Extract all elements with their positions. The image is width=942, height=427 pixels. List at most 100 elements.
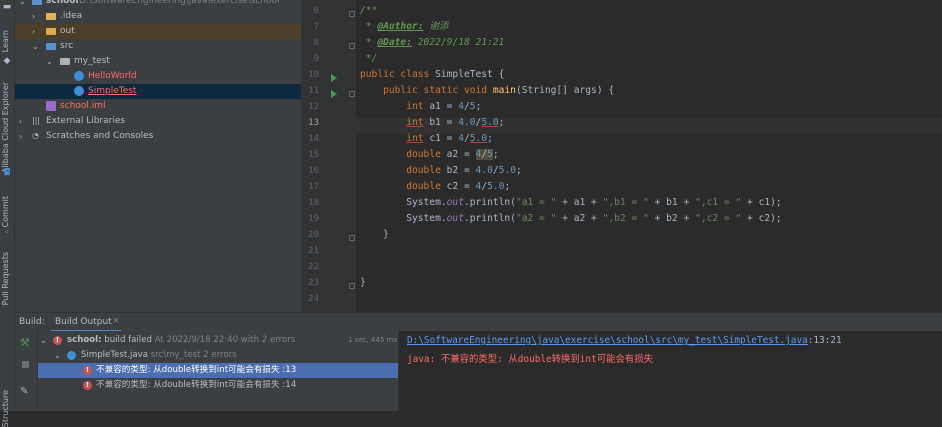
build-root-row[interactable]: ⌄ ! school: build failed At 2022/9/18 22… xyxy=(37,333,398,348)
tab-build-output[interactable]: Build Output × xyxy=(51,313,121,332)
tree-label: .idea xyxy=(60,11,83,21)
tree-label: HelloWorld xyxy=(88,71,137,81)
line-number: 8 xyxy=(313,38,319,48)
fold-icon[interactable] xyxy=(349,43,355,49)
structure-tab[interactable]: Structure xyxy=(1,390,10,427)
code-line-10: public class SimpleTest { xyxy=(360,69,505,80)
line-number: 15 xyxy=(308,150,319,160)
chevron-right-icon[interactable]: › xyxy=(19,129,22,144)
chevron-down-icon[interactable]: ⌄ xyxy=(40,333,47,348)
line-number: 24 xyxy=(308,294,319,304)
line-number: 16 xyxy=(308,166,319,176)
line-number: 6 xyxy=(313,6,319,16)
error-file-link[interactable]: D:\SoftwareEngineering\java\exercise\sch… xyxy=(407,335,808,346)
error-location[interactable]: D:\SoftwareEngineering\java\exercise\sch… xyxy=(407,335,842,346)
tree-item-external-libraries[interactable]: › ||| External Libraries xyxy=(15,114,301,129)
alibaba-cloud-icon[interactable]: ◘ xyxy=(2,168,12,178)
chevron-down-icon[interactable]: ⌄ xyxy=(19,0,26,9)
tree-label: out xyxy=(60,26,75,36)
code-line-17: double c2 = 4/5.0; xyxy=(406,181,511,192)
build-error-text: 不兼容的类型: 从double转换到int可能会有损失 :14 xyxy=(96,380,297,390)
pull-requests-tab[interactable]: Pull Requests xyxy=(1,252,10,305)
build-file-row[interactable]: ⌄ SimpleTest.java src\my_test 2 errors xyxy=(37,348,398,363)
run-class-icon[interactable] xyxy=(331,74,337,82)
run-main-icon[interactable] xyxy=(331,90,337,98)
commit-tab[interactable]: Commit xyxy=(1,196,10,227)
build-error-text: 不兼容的类型: 从double转换到int可能会有损失 :13 xyxy=(96,365,297,375)
close-icon[interactable]: × xyxy=(112,316,120,326)
build-file-path: src\my_test 2 errors xyxy=(148,350,237,360)
chevron-down-icon[interactable]: ⌄ xyxy=(54,348,61,363)
tree-item-school-iml[interactable]: school.iml xyxy=(15,99,301,114)
code-line-6: /** xyxy=(360,3,377,19)
javadoc-tag: @Author: xyxy=(377,21,424,32)
editor-gutter[interactable]: 6 7 8 9 10 11 12 13 14 15 16 17 18 19 20… xyxy=(301,0,356,312)
line-number: 22 xyxy=(308,262,319,272)
method-name: main xyxy=(492,85,516,96)
build-duration: 1 sec, 445 ms xyxy=(348,336,397,344)
chevron-right-icon[interactable]: › xyxy=(32,24,35,39)
tree-label: Scratches and Consoles xyxy=(46,131,154,141)
chevron-down-icon[interactable]: ⌄ xyxy=(46,54,53,69)
tree-item-scratches[interactable]: › ◔ Scratches and Consoles xyxy=(15,129,301,144)
fold-icon[interactable] xyxy=(349,11,355,17)
tree-item-helloworld[interactable]: HelloWorld xyxy=(15,69,301,84)
tree-item-my-test[interactable]: ⌄ my_test xyxy=(15,54,301,69)
java-file-icon xyxy=(67,351,76,360)
code-line-20: } xyxy=(360,229,389,240)
code-line-8: * @Date: 2022/9/18 21:21 xyxy=(360,37,505,48)
javadoc-value: 2022/9/18 21:21 xyxy=(411,37,505,48)
tree-item-out[interactable]: › out xyxy=(15,24,301,39)
iml-file-icon xyxy=(46,101,56,111)
module-folder-icon xyxy=(32,0,42,5)
root-name: school xyxy=(46,0,79,6)
learn-tab[interactable]: Learn xyxy=(1,30,10,52)
code-line-18: System.out.println("a1 = " + a1 + ",b1 =… xyxy=(360,197,782,208)
fold-icon[interactable] xyxy=(349,235,355,241)
tree-item-idea[interactable]: › .idea xyxy=(15,9,301,24)
error-line-col: :13:21 xyxy=(807,335,842,346)
java-class-icon xyxy=(74,86,84,96)
line-number: 23 xyxy=(308,278,319,288)
build-toolbar: ⚒ ✎ xyxy=(15,331,38,411)
build-file-name: SimpleTest.java xyxy=(81,350,149,360)
code-line-11: public static void main(String[] args) { xyxy=(383,85,615,96)
tree-item-src[interactable]: ⌄ src xyxy=(15,39,301,54)
learn-icon[interactable]: ◆ xyxy=(2,56,12,66)
code-line-14: int c1 = 4/5.0; xyxy=(406,133,493,144)
alibaba-cloud-explorer-tab[interactable]: Alibaba Cloud Explorer xyxy=(1,82,10,173)
code-line-7: * @Author: 谢添 xyxy=(360,21,449,32)
tool-window-strip: ▬ Learn ◆ Alibaba Cloud Explorer ◘ Commi… xyxy=(0,0,15,427)
code-line-13: int b1 = 4.0/5.0; xyxy=(406,117,505,128)
build-error-row-1[interactable]: ! 不兼容的类型: 从double转换到int可能会有损失 :13 xyxy=(37,363,398,378)
error-icon: ! xyxy=(83,366,92,375)
build-error-row-2[interactable]: ! 不兼容的类型: 从double转换到int可能会有损失 :14 xyxy=(37,378,398,393)
line-number: 9 xyxy=(313,54,319,64)
error-message: java: 不兼容的类型: 从double转换到int可能会有损失 xyxy=(407,354,653,365)
build-output-console[interactable]: D:\SoftwareEngineering\java\exercise\sch… xyxy=(398,331,942,411)
project-icon[interactable]: ▬ xyxy=(2,2,12,12)
chevron-right-icon[interactable]: › xyxy=(32,9,35,24)
code-line-12: int a1 = 4/5; xyxy=(406,101,482,112)
code-editor[interactable]: /** * @Author: 谢添 * @Date: 2022/9/18 21:… xyxy=(356,0,942,312)
wrench-icon[interactable]: ✎ xyxy=(20,386,28,397)
chevron-down-icon[interactable]: ⌄ xyxy=(32,39,39,54)
commit-icon[interactable]: ◦ xyxy=(2,228,12,238)
stop-icon[interactable] xyxy=(22,361,29,368)
fold-icon[interactable] xyxy=(349,91,355,97)
build-tree: ⌄ ! school: build failed At 2022/9/18 22… xyxy=(15,331,398,411)
folder-icon xyxy=(46,28,56,35)
chevron-right-icon[interactable]: › xyxy=(19,114,22,129)
tree-item-simpletest[interactable]: SimpleTest xyxy=(15,84,301,99)
tree-item-root[interactable]: ⌄ school D:\SoftwareEngineering\java\exe… xyxy=(15,0,301,9)
hammer-icon[interactable]: ⚒ xyxy=(20,336,30,349)
line-number: 11 xyxy=(308,86,319,96)
code-line-23: } xyxy=(360,277,366,288)
tree-label: SimpleTest xyxy=(88,86,137,96)
fold-icon[interactable] xyxy=(349,283,355,289)
doc-comment: /** xyxy=(360,5,378,16)
line-number: 14 xyxy=(308,134,319,144)
line-number: 10 xyxy=(308,70,319,80)
error-icon: ! xyxy=(53,336,62,345)
class-name: SimpleTest xyxy=(435,69,493,80)
